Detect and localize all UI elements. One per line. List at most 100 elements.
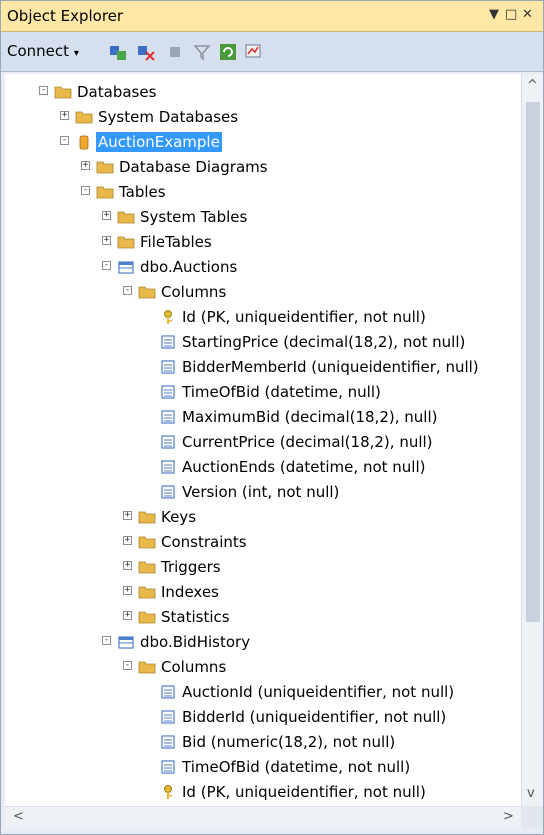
tree-row[interactable]: - Tables (5, 180, 521, 205)
tree-node-label[interactable]: CurrentPrice (decimal(18,2), null) (180, 432, 435, 452)
scroll-up-icon[interactable]: ^ (527, 78, 538, 93)
tree-node-label[interactable]: TimeOfBid (datetime, not null) (180, 757, 412, 777)
tree-node-label[interactable]: FileTables (138, 232, 214, 252)
tree-row[interactable]: AuctionEnds (datetime, not null) (5, 455, 521, 480)
tree-node-label[interactable]: StartingPrice (decimal(18,2), not null) (180, 332, 467, 352)
folder-icon (138, 584, 156, 600)
tree-row[interactable]: Version (int, not null) (5, 480, 521, 505)
tree-node-label[interactable]: Database Diagrams (117, 157, 270, 177)
column-icon (159, 334, 177, 350)
tree-node-label[interactable]: BidderId (uniqueidentifier, not null) (180, 707, 448, 727)
tree-row[interactable]: + System Databases (5, 105, 521, 130)
vertical-scrollbar[interactable]: ^ v (521, 74, 543, 806)
expand-icon[interactable]: + (102, 211, 111, 220)
tree-row[interactable]: + Constraints (5, 530, 521, 555)
expand-icon[interactable]: + (123, 511, 132, 520)
tree-node-label[interactable]: Columns (159, 282, 228, 302)
collapse-icon[interactable]: - (39, 86, 48, 95)
pin-dropdown-icon[interactable]: ▼ (489, 7, 499, 22)
tree-row[interactable]: StartingPrice (decimal(18,2), not null) (5, 330, 521, 355)
horizontal-scrollbar[interactable]: < > (5, 806, 521, 828)
collapse-icon[interactable]: - (123, 286, 132, 295)
tree-node-label[interactable]: AuctionEnds (datetime, not null) (180, 457, 427, 477)
tree-row[interactable]: - dbo.Auctions (5, 255, 521, 280)
tree-row[interactable]: Id (PK, uniqueidentifier, not null) (5, 780, 521, 805)
tree-row[interactable]: AuctionId (uniqueidentifier, not null) (5, 680, 521, 705)
tree-node-label[interactable]: Id (PK, uniqueidentifier, not null) (180, 782, 428, 802)
expand-icon[interactable]: + (102, 236, 111, 245)
folder-icon (138, 284, 156, 300)
toolbar: Connect ▾ (1, 32, 543, 72)
tree-node-label[interactable]: System Databases (96, 107, 240, 127)
dropdown-arrow-icon[interactable]: ▾ (74, 48, 79, 59)
tree-row[interactable]: + Statistics (5, 605, 521, 630)
tree-row[interactable]: + Keys (5, 505, 521, 530)
tree-node-label[interactable]: Statistics (159, 607, 232, 627)
tree-node-label[interactable]: Version (int, not null) (180, 482, 341, 502)
vertical-scroll-thumb[interactable] (526, 102, 540, 622)
scroll-left-icon[interactable]: < (13, 809, 24, 824)
tree-node-label[interactable]: AuctionId (uniqueidentifier, not null) (180, 682, 456, 702)
tree-row[interactable]: TimeOfBid (datetime, not null) (5, 755, 521, 780)
tree-row[interactable]: - Columns (5, 280, 521, 305)
stop-icon[interactable] (166, 43, 184, 61)
table-icon (117, 259, 135, 275)
tree-node-label[interactable]: Triggers (159, 557, 223, 577)
tree-node-label[interactable]: System Tables (138, 207, 249, 227)
tree-row[interactable]: Id (PK, uniqueidentifier, not null) (5, 305, 521, 330)
tree-row[interactable]: MaximumBid (decimal(18,2), null) (5, 405, 521, 430)
tree-node-label[interactable]: MaximumBid (decimal(18,2), null) (180, 407, 439, 427)
tree-node-label[interactable]: Keys (159, 507, 198, 527)
tree-row[interactable]: + Database Diagrams (5, 155, 521, 180)
tree-node-label[interactable]: TimeOfBid (datetime, null) (180, 382, 383, 402)
tree-node-label[interactable]: BidderMemberId (uniqueidentifier, null) (180, 357, 481, 377)
tree-row[interactable]: - Columns (5, 655, 521, 680)
collapse-icon[interactable]: - (102, 636, 111, 645)
tree-node-label[interactable]: AuctionExample (96, 132, 222, 152)
close-icon[interactable]: ✕ (522, 7, 533, 22)
expand-icon[interactable]: + (81, 161, 90, 170)
folder-icon (96, 184, 114, 200)
tree-row[interactable]: - AuctionExample (5, 130, 521, 155)
tree-row[interactable]: + Triggers (5, 555, 521, 580)
tree-row[interactable]: CurrentPrice (decimal(18,2), null) (5, 430, 521, 455)
object-explorer-tree[interactable]: - Databases + System Databases - AuctionExamp… (5, 74, 521, 806)
collapse-icon[interactable]: - (60, 136, 69, 145)
tree-row[interactable]: Bid (numeric(18,2), not null) (5, 730, 521, 755)
tree-node-label[interactable]: Indexes (159, 582, 221, 602)
expand-icon[interactable]: + (60, 111, 69, 120)
tree-row[interactable]: + FileTables (5, 230, 521, 255)
collapse-icon[interactable]: - (81, 186, 90, 195)
maximize-icon[interactable]: □ (505, 7, 517, 22)
activity-monitor-icon[interactable] (245, 43, 263, 61)
filter-icon[interactable] (193, 43, 211, 61)
tree-row[interactable]: TimeOfBid (datetime, null) (5, 380, 521, 405)
folder-icon (138, 609, 156, 625)
connect-object-explorer-icon[interactable] (109, 43, 127, 61)
tree-node-label[interactable]: Columns (159, 657, 228, 677)
connect-button[interactable]: Connect ▾ (7, 42, 79, 60)
tree-row[interactable]: - Databases (5, 80, 521, 105)
expand-icon[interactable]: + (123, 536, 132, 545)
tree-row[interactable]: + System Tables (5, 205, 521, 230)
tree-node-label[interactable]: dbo.Auctions (138, 257, 239, 277)
refresh-icon[interactable] (219, 43, 237, 61)
tree-row[interactable]: - dbo.BidHistory (5, 630, 521, 655)
tree-node-label[interactable]: Bid (numeric(18,2), not null) (180, 732, 397, 752)
expand-icon[interactable]: + (123, 561, 132, 570)
scroll-down-icon[interactable]: v (527, 786, 535, 801)
tree-row[interactable]: BidderId (uniqueidentifier, not null) (5, 705, 521, 730)
tree-node-label[interactable]: Constraints (159, 532, 249, 552)
scroll-right-icon[interactable]: > (503, 809, 514, 824)
tree-row[interactable]: + Indexes (5, 580, 521, 605)
collapse-icon[interactable]: - (102, 261, 111, 270)
tree-node-label[interactable]: dbo.BidHistory (138, 632, 252, 652)
expand-icon[interactable]: + (123, 611, 132, 620)
expand-icon[interactable]: + (123, 586, 132, 595)
tree-node-label[interactable]: Tables (117, 182, 168, 202)
tree-node-label[interactable]: Databases (75, 82, 158, 102)
disconnect-icon[interactable] (137, 43, 155, 61)
tree-node-label[interactable]: Id (PK, uniqueidentifier, not null) (180, 307, 428, 327)
tree-row[interactable]: BidderMemberId (uniqueidentifier, null) (5, 355, 521, 380)
collapse-icon[interactable]: - (123, 661, 132, 670)
